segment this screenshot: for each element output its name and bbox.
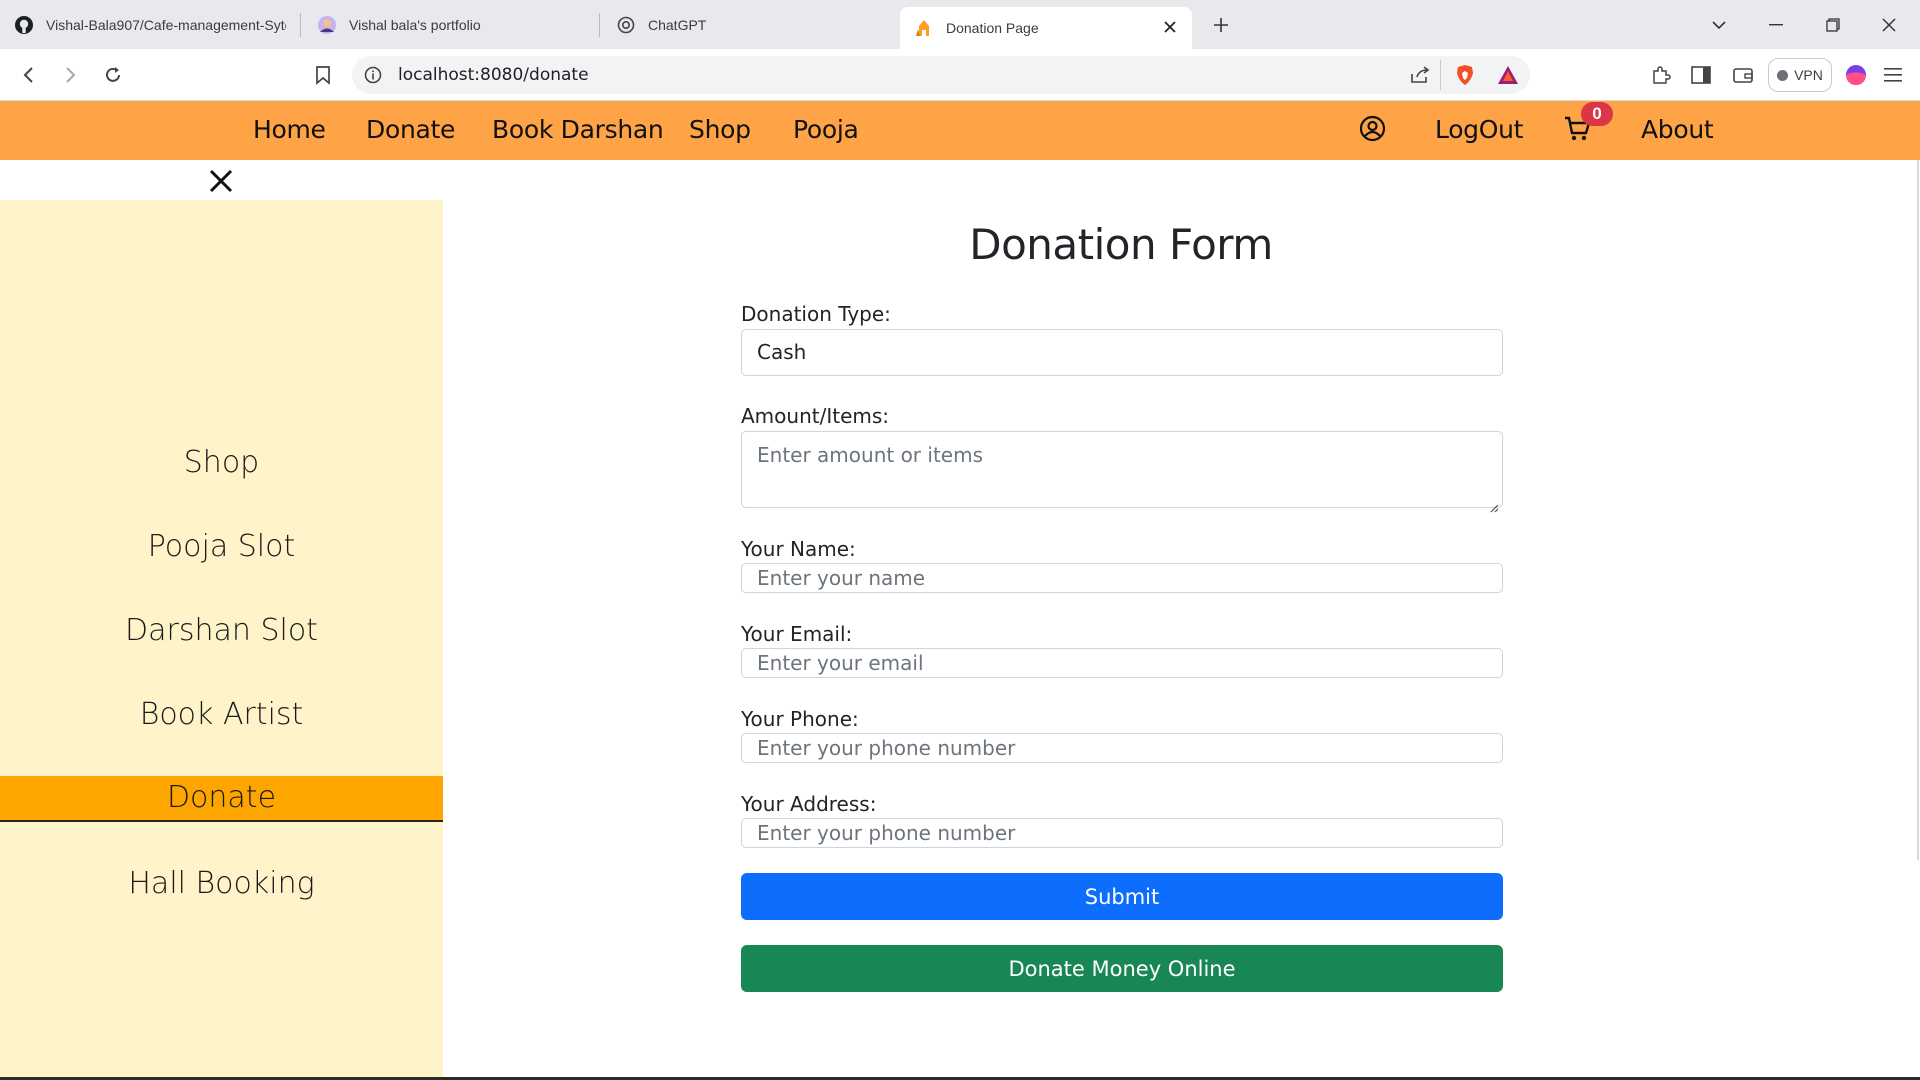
address-bar[interactable]: localhost:8080/donate [352, 56, 1530, 94]
temple-icon [914, 18, 934, 38]
name-placeholder: Enter your name [757, 566, 926, 590]
browser-tab-bar: Vishal-Bala907/Cafe-management-Syte Vish… [0, 0, 1920, 49]
back-icon[interactable] [16, 62, 42, 88]
donation-type-value: Cash [757, 340, 807, 364]
restore-icon[interactable] [1820, 12, 1846, 38]
nav-donate-link[interactable]: Donate [366, 115, 455, 144]
site-navbar: Home Donate Book Darshan Shop Pooja LogO… [0, 101, 1920, 160]
cart-count-badge: 0 [1581, 102, 1613, 126]
phone-placeholder: Enter your phone number [757, 736, 1016, 760]
avatar-icon [317, 15, 337, 35]
sidebar-toggle-icon[interactable] [1688, 62, 1714, 88]
email-label: Your Email: [741, 622, 853, 646]
share-icon[interactable] [1410, 66, 1430, 89]
nav-book-darshan-link[interactable]: Book Darshan [492, 115, 664, 144]
browser-tab-donation[interactable]: Donation Page [900, 7, 1192, 49]
amount-items-label: Amount/Items: [741, 404, 890, 428]
profile-avatar-icon[interactable] [1843, 62, 1869, 88]
browser-toolbar: localhost:8080/donate VPN [0, 49, 1920, 101]
sidebar-item-darshan-slot[interactable]: Darshan Slot [0, 613, 443, 648]
resize-handle-icon[interactable] [1489, 494, 1499, 513]
omnibox-divider [1440, 60, 1441, 90]
name-label: Your Name: [741, 537, 856, 561]
sidebar-item-hall-booking[interactable]: Hall Booking [0, 866, 443, 901]
vpn-button[interactable]: VPN [1768, 58, 1832, 92]
browser-tab-github[interactable]: Vishal-Bala907/Cafe-management-Syte [0, 7, 300, 43]
url-text: localhost:8080/donate [398, 65, 589, 85]
extensions-icon[interactable] [1648, 62, 1674, 88]
name-input[interactable]: Enter your name [741, 563, 1503, 593]
page-edge-divider [1917, 160, 1919, 860]
tab-title: Vishal-Bala907/Cafe-management-Syte [46, 17, 286, 33]
email-input[interactable]: Enter your email [741, 648, 1503, 678]
page-title: Donation Form [969, 220, 1273, 269]
browser-tab-portfolio[interactable]: Vishal bala's portfolio [303, 7, 599, 43]
vpn-label: VPN [1794, 67, 1823, 83]
email-placeholder: Enter your email [757, 651, 924, 675]
bookmark-icon[interactable] [310, 62, 336, 88]
amount-items-placeholder: Enter amount or items [757, 443, 983, 467]
tab-title: Donation Page [946, 20, 1039, 36]
tab-title: Vishal bala's portfolio [349, 17, 481, 33]
vpn-status-icon [1777, 69, 1789, 81]
reload-icon[interactable] [100, 62, 126, 88]
submit-button[interactable]: Submit [741, 873, 1503, 920]
github-icon [14, 15, 34, 35]
new-tab-icon[interactable] [1208, 12, 1234, 38]
sidebar-item-shop[interactable]: Shop [0, 445, 443, 480]
nav-logout-link[interactable]: LogOut [1435, 115, 1523, 144]
donation-type-label: Donation Type: [741, 302, 891, 326]
sidebar-item-pooja-slot[interactable]: Pooja Slot [0, 529, 443, 564]
brave-shields-icon[interactable] [1454, 64, 1476, 91]
tab-separator [300, 13, 301, 37]
phone-label: Your Phone: [741, 707, 859, 731]
user-account-icon[interactable] [1359, 115, 1386, 147]
address-input[interactable]: Enter your phone number [741, 818, 1503, 848]
phone-input[interactable]: Enter your phone number [741, 733, 1503, 763]
wallet-icon[interactable] [1730, 62, 1756, 88]
chatgpt-icon [616, 15, 636, 35]
nav-shop-link[interactable]: Shop [689, 115, 751, 144]
menu-icon[interactable] [1880, 62, 1906, 88]
donation-type-select[interactable]: Cash [741, 329, 1503, 376]
nav-pooja-link[interactable]: Pooja [793, 115, 859, 144]
forward-icon[interactable] [57, 62, 83, 88]
address-label: Your Address: [741, 792, 877, 816]
amount-items-textarea[interactable]: Enter amount or items [741, 431, 1503, 513]
donate-money-online-button[interactable]: Donate Money Online [741, 945, 1503, 992]
close-sidebar-icon[interactable] [206, 166, 236, 196]
tab-separator [599, 13, 600, 37]
close-window-icon[interactable] [1876, 12, 1902, 38]
close-tab-icon[interactable] [1158, 15, 1182, 39]
nav-about-link[interactable]: About [1641, 115, 1714, 144]
nav-home-link[interactable]: Home [253, 115, 326, 144]
tab-search-chevron-icon[interactable] [1706, 12, 1732, 38]
site-info-icon[interactable] [364, 66, 382, 89]
sidebar-item-donate[interactable]: Donate [0, 776, 443, 822]
sidebar-item-book-artist[interactable]: Book Artist [0, 697, 443, 732]
browser-tab-chatgpt[interactable]: ChatGPT [602, 7, 898, 43]
tab-title: ChatGPT [648, 17, 707, 33]
address-placeholder: Enter your phone number [757, 821, 1016, 845]
minimize-icon[interactable] [1763, 12, 1789, 38]
brave-rewards-icon[interactable] [1497, 65, 1519, 90]
sidebar: Shop Pooja Slot Darshan Slot Book Artist… [0, 200, 443, 1080]
